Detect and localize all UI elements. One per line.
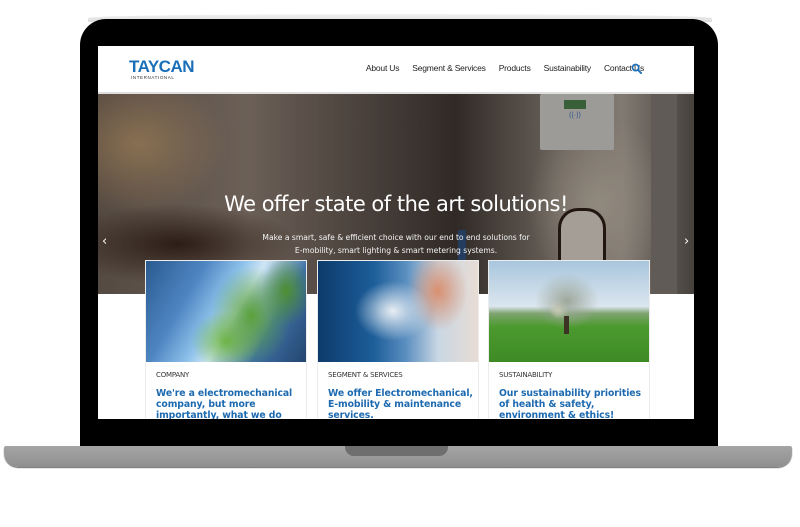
segment-services-image (318, 261, 478, 362)
card-sustainability[interactable]: SUSTAINABILITY Our sustainability priori… (488, 260, 650, 419)
hero-title: We offer state of the art solutions! (224, 192, 568, 216)
site-header: TAYCAN INTERNATIONAL About Us Segment & … (98, 46, 694, 94)
laptop-notch (345, 446, 448, 456)
hero-subtitle-line-1: Make a smart, safe & efficient choice wi… (262, 233, 530, 242)
sustainability-image (489, 261, 649, 362)
card-title[interactable]: We offer Electromechanical, E-mobility &… (328, 388, 473, 419)
card-segment-services[interactable]: SEGMENT & SERVICES We offer Electromecha… (317, 260, 479, 419)
card-label: SEGMENT & SERVICES (328, 371, 403, 379)
nav-about-us[interactable]: About Us (366, 63, 400, 73)
nav-segment-services[interactable]: Segment & Services (412, 63, 486, 73)
logo-wordmark: TAYCAN (129, 57, 195, 76)
card-label: COMPANY (156, 371, 190, 379)
card-title[interactable]: We're a electromechanical company, but m… (156, 388, 301, 419)
main-nav: About Us Segment & Services Products Sus… (366, 63, 644, 73)
carousel-prev-icon[interactable]: ‹ (102, 234, 107, 249)
nav-sustainability[interactable]: Sustainability (544, 63, 591, 73)
hero-subtitle-line-2: E-mobility, smart lighting & smart meter… (294, 246, 498, 255)
card-company[interactable]: COMPANY We're a electromechanical compan… (145, 260, 307, 419)
carousel-next-icon[interactable]: › (684, 234, 689, 249)
company-image (146, 261, 306, 362)
search-icon[interactable] (631, 63, 642, 74)
nav-products[interactable]: Products (499, 63, 531, 73)
tree-trunk (564, 316, 569, 334)
laptop-screen: TAYCAN INTERNATIONAL About Us Segment & … (98, 46, 694, 419)
hero-subtitle: Make a smart, safe & efficient choice wi… (98, 231, 694, 257)
taycan-logo[interactable]: TAYCAN INTERNATIONAL (129, 58, 199, 80)
card-title[interactable]: Our sustainability priorities of health … (499, 388, 644, 419)
card-label: SUSTAINABILITY (499, 371, 553, 379)
